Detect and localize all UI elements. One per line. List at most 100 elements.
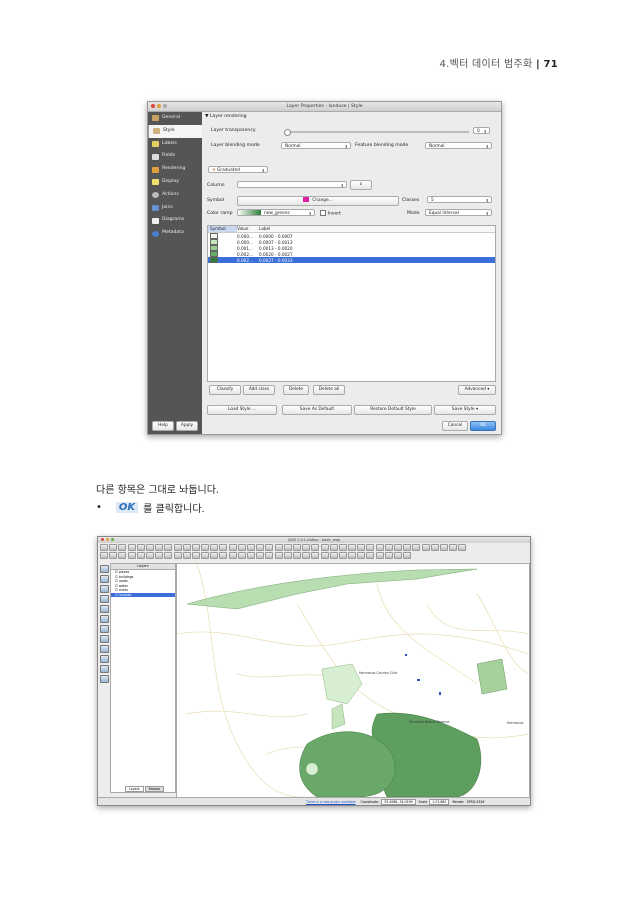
- render-checkbox[interactable]: Render: [452, 800, 463, 804]
- toolbar-button[interactable]: [100, 543, 108, 551]
- zoom-window-icon[interactable]: [163, 104, 167, 108]
- toolbar-button[interactable]: [265, 543, 274, 551]
- layer-tool-button[interactable]: [100, 585, 109, 593]
- layer-tool-button[interactable]: [100, 675, 109, 683]
- toolbar-button[interactable]: [247, 543, 255, 551]
- toolbar-button[interactable]: [274, 551, 283, 559]
- value-cell[interactable]: 0.002...: [237, 252, 259, 257]
- toolbar-button[interactable]: [421, 543, 430, 551]
- crs-indicator[interactable]: EPSG:4326: [467, 800, 485, 804]
- layer-tool-button[interactable]: [100, 595, 109, 603]
- toolbar-button[interactable]: [357, 543, 366, 551]
- layer-tool-button[interactable]: [100, 625, 109, 633]
- label-cell[interactable]: 0.0007 - 0.0013: [259, 240, 292, 245]
- toolbar-button[interactable]: [191, 543, 200, 551]
- toolbar-button[interactable]: [118, 543, 127, 551]
- toolbar-button[interactable]: [412, 543, 421, 551]
- close-window-icon[interactable]: [151, 104, 155, 108]
- add-class-button[interactable]: Add class: [243, 385, 275, 395]
- classify-button[interactable]: Classify: [209, 385, 241, 395]
- toolbar-button[interactable]: [228, 551, 237, 559]
- toolbar-button[interactable]: [256, 543, 265, 551]
- symbol-cell[interactable]: [208, 256, 237, 264]
- help-button[interactable]: Help: [152, 421, 174, 431]
- toolbar-button[interactable]: [182, 551, 191, 559]
- toolbar-button[interactable]: [348, 551, 357, 559]
- toolbar-button[interactable]: [109, 543, 118, 551]
- toolbar-button[interactable]: [201, 551, 210, 559]
- restore-default-style-button[interactable]: Restore Default Style: [354, 405, 432, 415]
- value-cell[interactable]: 0.001...: [237, 246, 259, 251]
- sidebar-item-style[interactable]: Style: [148, 124, 202, 138]
- sidebar-item-display[interactable]: Display: [148, 176, 202, 189]
- toolbar-button[interactable]: [164, 551, 173, 559]
- toolbar-button[interactable]: [394, 543, 402, 551]
- toolbar-button[interactable]: [265, 551, 274, 559]
- invert-checkbox[interactable]: Invert: [320, 210, 341, 217]
- minimize-window-icon[interactable]: [106, 538, 109, 541]
- toolbar-button[interactable]: [292, 543, 301, 551]
- value-cell[interactable]: 0.000...: [237, 234, 259, 239]
- label-cell[interactable]: 0.0020 - 0.0027: [259, 252, 292, 257]
- toolbar-button[interactable]: [329, 551, 338, 559]
- layer-tool-button[interactable]: [100, 615, 109, 623]
- header-symbol[interactable]: Symbol: [208, 226, 237, 232]
- toolbar-button[interactable]: [237, 551, 246, 559]
- toolbar-button[interactable]: [191, 551, 200, 559]
- advanced-button[interactable]: Advanced ▾: [458, 385, 496, 395]
- toolbar-button[interactable]: [320, 551, 329, 559]
- sidebar-item-rendering[interactable]: Rendering: [148, 163, 202, 176]
- new-plugin-link[interactable]: There is a new plugin available: [306, 800, 356, 804]
- toolbar-button[interactable]: [375, 543, 384, 551]
- toolbar-button[interactable]: [348, 543, 357, 551]
- zoom-window-icon[interactable]: [111, 538, 114, 541]
- toolbar-button[interactable]: [145, 551, 154, 559]
- toolbar-button[interactable]: [366, 551, 375, 559]
- toolbar-button[interactable]: [201, 543, 210, 551]
- save-style-button[interactable]: Save Style ▾: [434, 405, 496, 415]
- classes-spinbox[interactable]: 5: [427, 196, 492, 204]
- toolbar-button[interactable]: [182, 543, 191, 551]
- toolbar-button[interactable]: [237, 543, 246, 551]
- label-cell[interactable]: 0.0027 - 0.0033: [259, 258, 292, 263]
- tab-browse[interactable]: Browse: [144, 786, 165, 792]
- toolbar-button[interactable]: [302, 543, 311, 551]
- value-cell[interactable]: 0.000...: [237, 240, 259, 245]
- toolbar-button[interactable]: [403, 551, 412, 559]
- toolbar-button[interactable]: [118, 551, 127, 559]
- layer-tool-button[interactable]: [100, 655, 109, 663]
- toolbar-button[interactable]: [100, 551, 108, 559]
- sidebar-item-diagrams[interactable]: Diagrams: [148, 214, 202, 227]
- transparency-spinbox[interactable]: 0: [473, 127, 490, 135]
- toolbar-button[interactable]: [430, 543, 439, 551]
- layer-item[interactable]: ☑ landuse: [111, 592, 175, 597]
- header-value[interactable]: Value: [237, 226, 259, 232]
- layer-tool-button[interactable]: [100, 665, 109, 673]
- toolbar-button[interactable]: [338, 551, 347, 559]
- toolbar-button[interactable]: [127, 543, 136, 551]
- toolbar-button[interactable]: [173, 551, 182, 559]
- toolbar-button[interactable]: [173, 543, 182, 551]
- transparency-slider[interactable]: [284, 128, 469, 136]
- sidebar-item-fields[interactable]: Fields: [148, 150, 202, 163]
- checkbox-box[interactable]: [320, 210, 326, 216]
- toolbar-button[interactable]: [109, 551, 118, 559]
- sidebar-item-joins[interactable]: Joins: [148, 202, 202, 215]
- apply-button[interactable]: Apply: [176, 421, 198, 431]
- map-canvas[interactable]: Hermanus Country Club Fernkloof Nature R…: [176, 563, 530, 798]
- renderer-select[interactable]: ≋ Graduated: [208, 166, 268, 174]
- toolbar-button[interactable]: [219, 551, 228, 559]
- slider-handle[interactable]: [284, 128, 291, 136]
- toolbar-button[interactable]: [219, 543, 228, 551]
- layer-tool-button[interactable]: [100, 605, 109, 613]
- toolbar-button[interactable]: [228, 543, 237, 551]
- save-as-default-button[interactable]: Save As Default: [282, 405, 352, 415]
- toolbar-button[interactable]: [320, 543, 329, 551]
- toolbar-button[interactable]: [403, 543, 412, 551]
- toolbar-button[interactable]: [127, 551, 136, 559]
- load-style-button[interactable]: Load Style ...: [207, 405, 277, 415]
- minimize-window-icon[interactable]: [157, 104, 161, 108]
- sidebar-item-metadata[interactable]: Metadata: [148, 227, 202, 240]
- header-label[interactable]: Label: [259, 226, 270, 232]
- toolbar-button[interactable]: [458, 543, 467, 551]
